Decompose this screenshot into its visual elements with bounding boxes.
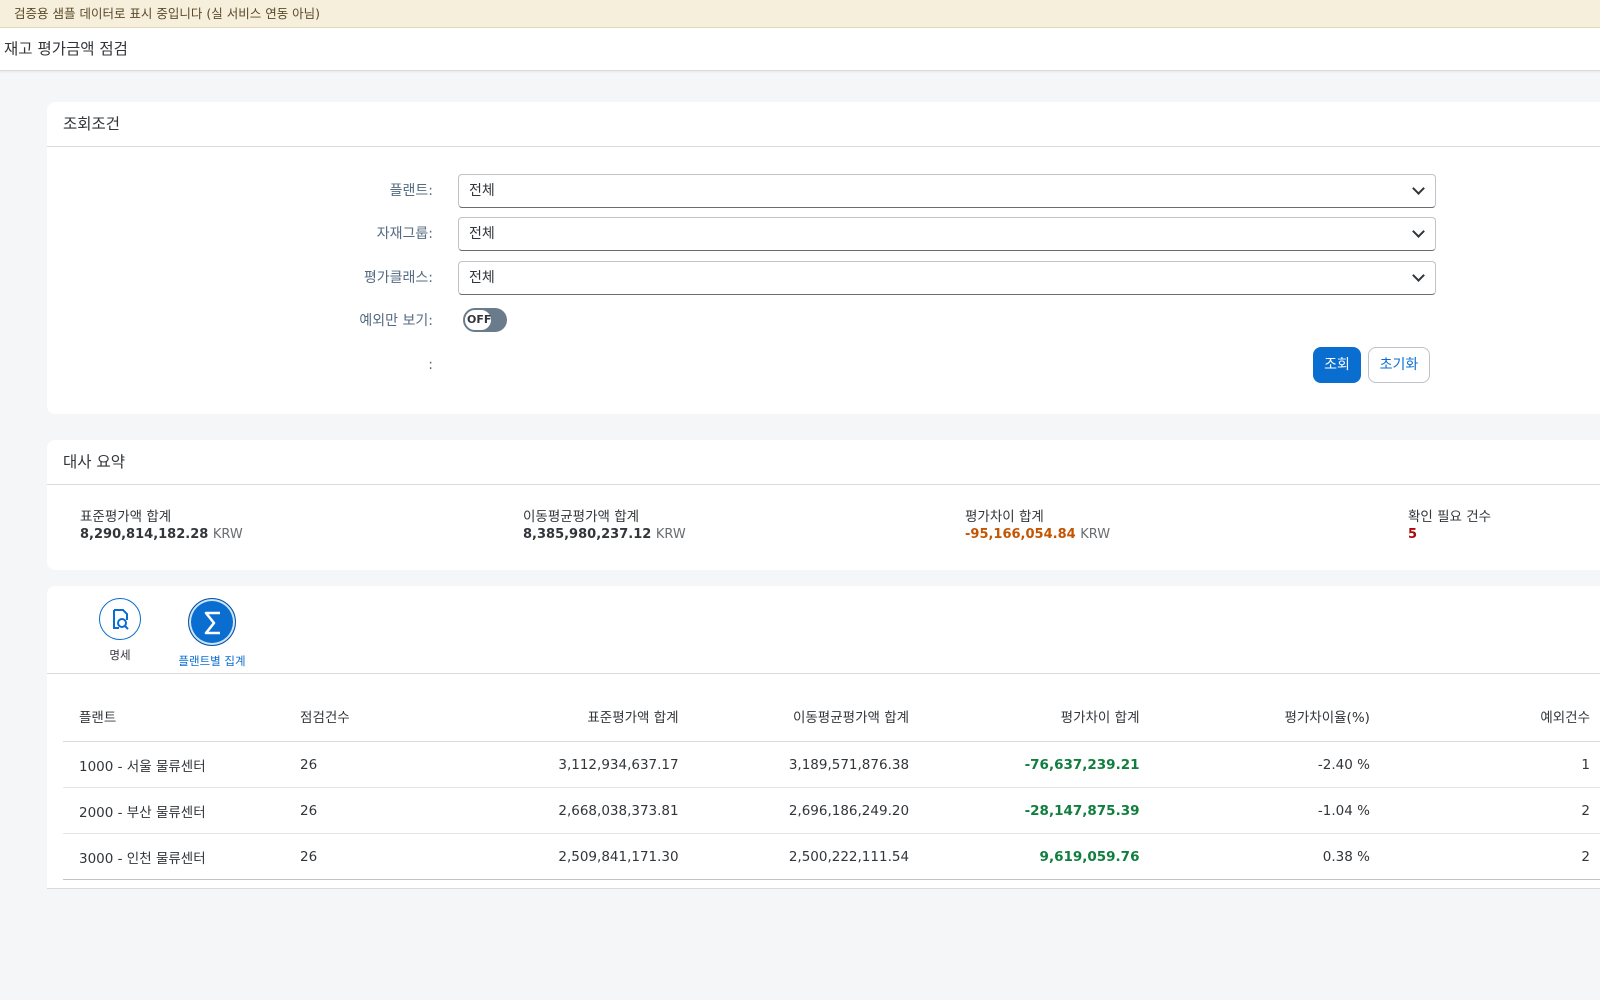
material-group-select[interactable]: 전체 — [458, 217, 1436, 251]
material-group-select-value: 전체 — [469, 226, 495, 242]
column-header-count[interactable]: 점검건수 — [284, 690, 459, 742]
column-header-difference-total[interactable]: 평가차이 합계 — [919, 690, 1150, 742]
tab-detail[interactable]: 명세 — [95, 598, 145, 663]
chevron-down-icon — [1412, 182, 1425, 195]
cell-standard-total: 3,112,934,637.17 — [458, 741, 689, 788]
kpi-standard-total: 표준평가액 합계 8,290,814,182.28 KRW — [80, 509, 243, 544]
kpi-value: 5 — [1408, 527, 1418, 542]
cell-plant: 2000 - 부산 물류센터 — [63, 787, 285, 834]
cell-difference-rate: -2.40 % — [1149, 741, 1380, 788]
cell-count: 26 — [284, 833, 459, 880]
banner-text: 검증용 샘플 데이터로 표시 중입니다 (실 서비스 연동 아님) — [14, 6, 321, 21]
exceptions-only-toggle[interactable]: OFF — [463, 308, 507, 332]
kpi-unit: KRW — [655, 527, 686, 542]
cell-exception-count: 1 — [1379, 741, 1600, 788]
cell-count: 26 — [284, 787, 459, 834]
summary-table-panel: 플랜트 점검건수 표준평가액 합계 이동평균평가액 합계 평가차이 합계 평가차… — [47, 674, 1600, 889]
cell-difference-total: -76,637,239.21 — [919, 741, 1150, 788]
column-header-moving-average-total[interactable]: 이동평균평가액 합계 — [688, 690, 920, 742]
kpi-unit: KRW — [1080, 527, 1111, 542]
plant-select-value: 전체 — [469, 183, 495, 199]
plant-summary-table: 플랜트 점검건수 표준평가액 합계 이동평균평가액 합계 평가차이 합계 평가차… — [63, 690, 1600, 880]
cell-difference-rate: 0.38 % — [1149, 833, 1380, 880]
kpi-value: 8,385,980,237.12 — [523, 527, 652, 542]
plant-label: 플랜트: — [389, 183, 433, 199]
filter-panel-header: 조회조건 — [47, 102, 1600, 147]
plant-filter-row: 플랜트: 전체 — [47, 173, 1600, 209]
table-header-row: 플랜트 점검건수 표준평가액 합계 이동평균평가액 합계 평가차이 합계 평가차… — [63, 690, 1600, 742]
reset-button[interactable]: 초기화 — [1368, 347, 1430, 383]
kpi-label: 확인 필요 건수 — [1408, 509, 1492, 525]
tab-bar: 명세 플랜트별 집계 — [47, 586, 1600, 681]
cell-exception-count: 2 — [1379, 833, 1600, 880]
chevron-down-icon — [1412, 225, 1425, 238]
material-group-label: 자재그룹: — [376, 226, 433, 242]
valuation-class-label: 평가클래스: — [363, 270, 433, 286]
cell-moving-average-total: 3,189,571,876.38 — [688, 741, 920, 788]
valuation-class-select[interactable]: 전체 — [458, 261, 1436, 295]
kpi-value: 8,290,814,182.28 — [80, 527, 209, 542]
tab-plant-summary[interactable]: 플랜트별 집계 — [171, 598, 253, 681]
page-title: 재고 평가금액 점검 — [4, 40, 128, 58]
cell-plant: 1000 - 서울 물류센터 — [63, 741, 285, 788]
sigma-icon — [188, 598, 236, 646]
cell-standard-total: 2,668,038,373.81 — [458, 787, 689, 834]
kpi-unit: KRW — [212, 527, 243, 542]
actions-label: : — [428, 357, 433, 373]
cell-difference-rate: -1.04 % — [1149, 787, 1380, 834]
table-row[interactable]: 3000 - 인천 물류센터 26 2,509,841,171.30 2,500… — [63, 833, 1600, 880]
kpi-moving-average-total: 이동평균평가액 합계 8,385,980,237.12 KRW — [523, 509, 686, 544]
valuation-class-select-value: 전체 — [469, 270, 495, 286]
search-button[interactable]: 조회 — [1313, 347, 1361, 383]
summary-panel: 대사 요약 표준평가액 합계 8,290,814,182.28 KRW 이동평균… — [47, 440, 1600, 570]
exceptions-filter-row: 예외만 보기: OFF — [47, 303, 1600, 339]
exceptions-only-label: 예외만 보기: — [359, 313, 433, 329]
kpi-label: 평가차이 합계 — [965, 509, 1044, 525]
column-header-standard-total[interactable]: 표준평가액 합계 — [458, 690, 689, 742]
valuation-class-filter-row: 평가클래스: 전체 — [47, 260, 1600, 296]
cell-difference-total: -28,147,875.39 — [919, 787, 1150, 834]
cell-moving-average-total: 2,500,222,111.54 — [688, 833, 920, 880]
column-header-exception-count[interactable]: 예외건수 — [1379, 690, 1600, 742]
chevron-down-icon — [1412, 269, 1425, 282]
tab-detail-label: 명세 — [109, 648, 131, 662]
kpi-check-needed-count: 확인 필요 건수 5 — [1408, 509, 1491, 544]
kpi-label: 이동평균평가액 합계 — [523, 509, 640, 525]
cell-plant: 3000 - 인천 물류센터 — [63, 833, 285, 880]
table-row[interactable]: 1000 - 서울 물류센터 26 3,112,934,637.17 3,189… — [63, 741, 1600, 788]
sample-data-banner: 검증용 샘플 데이터로 표시 중입니다 (실 서비스 연동 아님) — [0, 0, 1600, 28]
material-group-filter-row: 자재그룹: 전체 — [47, 216, 1600, 252]
kpi-label: 표준평가액 합계 — [80, 509, 172, 525]
toggle-state-label: OFF — [467, 313, 492, 326]
column-header-plant[interactable]: 플랜트 — [63, 690, 285, 742]
column-header-difference-rate[interactable]: 평가차이율(%) — [1149, 690, 1380, 742]
page-title-bar: 재고 평가금액 점검 — [0, 28, 1600, 71]
summary-panel-header: 대사 요약 — [47, 440, 1600, 485]
cell-exception-count: 2 — [1379, 787, 1600, 834]
plant-select[interactable]: 전체 — [458, 174, 1436, 208]
tab-plant-summary-label: 플랜트별 집계 — [178, 654, 246, 668]
kpi-difference-total: 평가차이 합계 -95,166,054.84 KRW — [965, 509, 1110, 544]
actions-row: : 조회 초기화 — [47, 347, 1600, 383]
cell-standard-total: 2,509,841,171.30 — [458, 833, 689, 880]
search-document-icon — [99, 598, 141, 640]
kpi-value: -95,166,054.84 — [965, 527, 1076, 542]
filter-panel: 조회조건 플랜트: 전체 자재그룹: 전체 평가클래스: 전체 예외만 보기: … — [47, 102, 1600, 414]
cell-count: 26 — [284, 741, 459, 788]
cell-difference-total: 9,619,059.76 — [919, 833, 1150, 880]
table-row[interactable]: 2000 - 부산 물류센터 26 2,668,038,373.81 2,696… — [63, 787, 1600, 834]
cell-moving-average-total: 2,696,186,249.20 — [688, 787, 920, 834]
